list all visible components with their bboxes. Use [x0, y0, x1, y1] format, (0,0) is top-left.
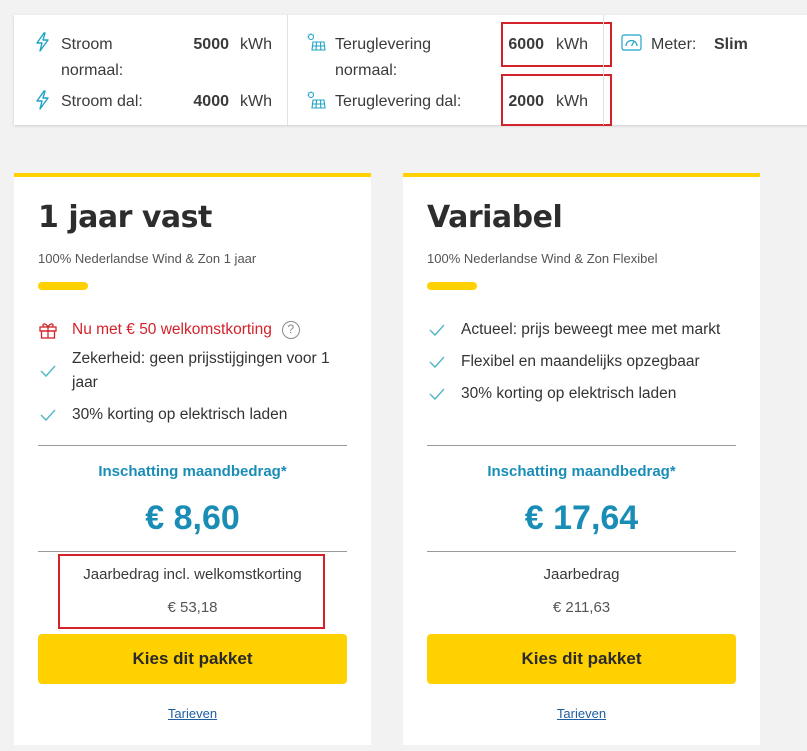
plan-subtitle: 100% Nederlandse Wind & Zon 1 jaar	[38, 251, 257, 266]
accent-bar	[38, 282, 88, 290]
check-icon	[429, 388, 445, 401]
meter-icon	[621, 34, 642, 51]
meter-label: Meter:	[651, 36, 697, 53]
solar-panel-icon	[306, 91, 326, 109]
check-icon	[40, 409, 56, 422]
stroom-normaal-label: Stroom normaal:	[61, 36, 124, 79]
feature-item: Flexibel en maandelijks opzegbaar	[427, 350, 747, 374]
choose-plan-button[interactable]: Kies dit pakket	[38, 634, 347, 684]
feature-text: Zekerheid: geen prijsstijgingen voor 1 j…	[72, 350, 330, 391]
accent-bar	[427, 282, 477, 290]
feature-text: Actueel: prijs beweegt mee met markt	[461, 321, 721, 338]
plan-subtitle: 100% Nederlandse Wind & Zon Flexibel	[427, 251, 658, 266]
stroom-normaal-unit: kWh	[240, 36, 272, 53]
check-icon	[429, 324, 445, 337]
stroom-dal-label: Stroom dal:	[61, 93, 143, 110]
divider	[38, 551, 347, 552]
solar-panel-icon	[306, 33, 326, 51]
feature-item: 30% korting op elektrisch laden	[38, 403, 338, 427]
promo-item: Nu met € 50 welkomstkorting?	[38, 318, 338, 342]
promo-text: Nu met € 50 welkomstkorting?	[72, 318, 300, 342]
teruglevering-dal-label: Teruglevering dal:	[335, 93, 462, 110]
meter-value: Slim	[714, 36, 748, 53]
stroom-dal-unit: kWh	[240, 93, 272, 110]
teruglevering-normaal-label: Teruglevering normaal:	[335, 36, 432, 79]
feature-item: Actueel: prijs beweegt mee met markt	[427, 318, 747, 342]
feature-text: 30% korting op elektrisch laden	[72, 406, 288, 423]
usage-column-meter: Meter: Slim	[603, 15, 807, 125]
highlight-box	[501, 74, 612, 126]
feature-item: 30% korting op elektrisch laden	[427, 382, 747, 406]
highlight-box	[501, 22, 612, 67]
check-icon	[40, 365, 56, 378]
year-amount-label: Jaarbedrag	[543, 566, 620, 583]
plan-title: Variabel	[427, 200, 563, 235]
usage-column-teruglevering: Teruglevering normaal: 6000 kWh Teruglev…	[287, 15, 612, 126]
usage-column-stroom: Stroom normaal: 5000 kWh Stroom dal: 400…	[14, 15, 286, 125]
gift-icon	[39, 323, 57, 339]
divider	[427, 551, 736, 552]
monthly-price: € 8,60	[145, 499, 240, 537]
monthly-price: € 17,64	[524, 499, 639, 537]
lightning-icon	[36, 90, 49, 110]
divider	[38, 445, 347, 446]
tarieven-link[interactable]: Tarieven	[403, 706, 760, 721]
highlight-box	[58, 554, 325, 629]
plan-card-variabel: Variabel 100% Nederlandse Wind & Zon Fle…	[403, 173, 760, 745]
stroom-dal-value: 4000	[193, 93, 229, 110]
year-amount-value: € 211,63	[552, 599, 611, 616]
divider	[427, 445, 736, 446]
tarieven-link[interactable]: Tarieven	[14, 706, 371, 721]
plan-card-1-jaar-vast: 1 jaar vast 100% Nederlandse Wind & Zon …	[14, 173, 371, 745]
choose-plan-button[interactable]: Kies dit pakket	[427, 634, 736, 684]
feature-text: 30% korting op elektrisch laden	[461, 385, 677, 402]
usage-summary: Stroom normaal: 5000 kWh Stroom dal: 400…	[14, 15, 807, 126]
estimate-label: Inschatting maandbedrag*	[487, 463, 676, 480]
stroom-normaal-value: 5000	[193, 36, 229, 53]
lightning-icon	[36, 32, 49, 52]
check-icon	[429, 356, 445, 369]
plan-title: 1 jaar vast	[38, 200, 212, 235]
help-icon[interactable]: ?	[281, 321, 300, 339]
feature-item: Zekerheid: geen prijsstijgingen voor 1 j…	[38, 347, 338, 397]
feature-text: Flexibel en maandelijks opzegbaar	[461, 353, 700, 370]
estimate-label: Inschatting maandbedrag*	[98, 463, 287, 480]
